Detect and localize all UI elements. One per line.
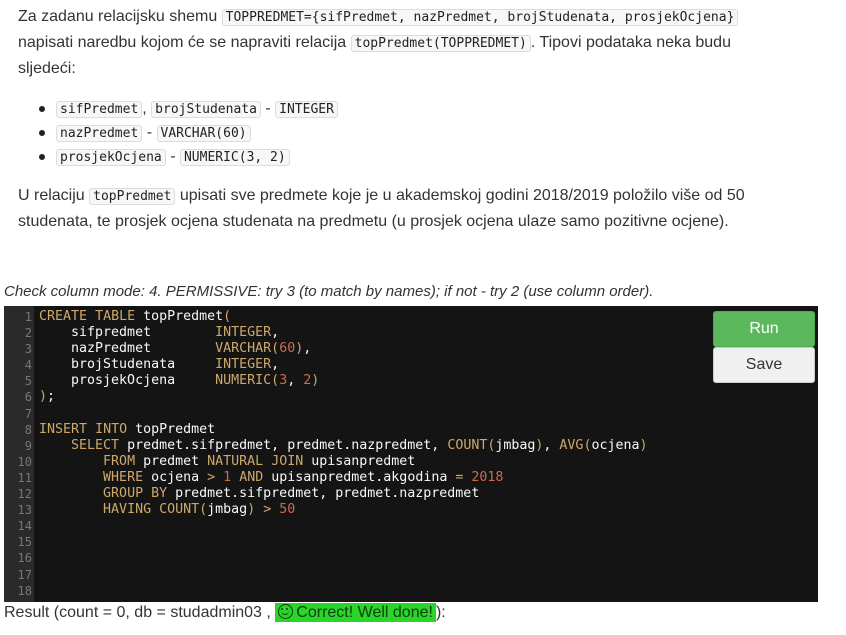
line-number: 1	[24, 310, 32, 324]
line-number: 2	[24, 326, 32, 341]
line-number: 17	[17, 567, 32, 582]
line-number: 3	[24, 342, 32, 357]
line-number: 18	[17, 583, 32, 598]
code-line: SELECT predmet.sifpredmet, predmet.nazpr…	[71, 437, 648, 453]
run-button[interactable]: Run	[713, 311, 815, 347]
task-description: Za zadanu relacijsku shemu TOPPREDMET={s…	[18, 4, 818, 81]
result-prefix: Result (count = 0, db = studadmin03 ,	[4, 604, 276, 621]
code-line: );	[39, 389, 56, 405]
line-number: 4	[24, 358, 32, 373]
inline-code: topPredmet	[89, 188, 176, 205]
line-number: 11	[17, 470, 32, 485]
line-number: 13	[17, 503, 32, 518]
code-line: INSERT INTO topPredmet	[39, 421, 216, 437]
code-line: CREATE TABLE topPredmet(	[39, 309, 232, 324]
line-number: 9	[24, 438, 32, 453]
result-line: Result (count = 0, db = studadmin03 , Co…	[4, 602, 446, 624]
inline-code: prosjekOcjena	[56, 149, 166, 166]
text: Za zadanu relacijsku shemu	[18, 8, 222, 25]
inline-code: VARCHAR(60)	[156, 125, 251, 142]
line-number: 12	[17, 487, 32, 502]
text: upisati sve predmete koje je u akademsko…	[175, 187, 745, 204]
text: napisati naredbu kojom će se napraviti r…	[18, 34, 351, 51]
inline-code: sifPredmet	[56, 101, 143, 118]
text: U relaciju	[18, 187, 90, 204]
code-area[interactable]: CREATE TABLE topPredmet( sifpredmet INTE…	[39, 309, 698, 599]
code-line: brojStudenata INTEGER,	[39, 357, 280, 373]
code-line: sifpredmet INTEGER,	[39, 325, 280, 341]
inline-code: INTEGER	[275, 101, 338, 118]
line-number: 5	[24, 374, 32, 389]
inline-code: NUMERIC(3, 2)	[179, 149, 290, 166]
text: -	[165, 148, 180, 165]
code-line: FROM predmet NATURAL JOIN upisanpredmet	[103, 453, 416, 469]
list-item: sifPredmet, brojStudenata - INTEGER	[39, 97, 338, 121]
line-number-gutter: 1 2 3 4 5 6 7 8 9 10 11 12 13 14 15 16 17 18	[4, 306, 34, 602]
code-line: nazPredmet VARCHAR(60),	[39, 341, 312, 357]
code-line: prosjekOcjena NUMERIC(3, 2)	[39, 373, 320, 389]
text: ,	[142, 100, 152, 117]
task-paragraph-2: U relaciju topPredmet upisati sve predme…	[18, 183, 818, 234]
line-number: 8	[24, 422, 32, 437]
smiley-icon	[278, 604, 294, 619]
line-number: 14	[17, 519, 32, 534]
list-item: nazPredmet - VARCHAR(60)	[39, 121, 338, 145]
line-number: 7	[24, 406, 32, 421]
line-number: 10	[17, 454, 32, 469]
inline-code: brojStudenata	[151, 101, 261, 118]
code-editor[interactable]: 1 2 3 4 5 6 7 8 9 10 11 12 13 14 15 16 17 18 CREATE TABLE…	[4, 306, 818, 602]
status-badge: Correct! Well done!	[275, 603, 436, 622]
result-suffix: ):	[435, 604, 446, 621]
inline-code: topPredmet(TOPPREDMET)	[350, 35, 531, 52]
text: sljedeći:	[18, 60, 76, 77]
code-line: GROUP BY predmet.sifpredmet, predmet.naz…	[103, 486, 480, 502]
line-number: 16	[17, 551, 32, 566]
line-number: 6	[24, 390, 32, 405]
code-line: WHERE ocjena > 1 AND upisanpredmet.akgod…	[103, 469, 504, 485]
line-number: 15	[17, 535, 32, 550]
type-list: sifPredmet, brojStudenata - INTEGER nazP…	[39, 97, 338, 169]
task-paragraph-1: Za zadanu relacijsku shemu TOPPREDMET={s…	[18, 4, 818, 81]
save-button[interactable]: Save	[713, 347, 815, 383]
text: . Tipovi podataka neka budu	[530, 34, 731, 51]
status-text: Correct! Well done!	[296, 604, 433, 621]
list-item: prosjekOcjena - NUMERIC(3, 2)	[39, 145, 338, 169]
text: -	[142, 124, 157, 141]
code-line: HAVING COUNT(jmbag) > 50	[103, 502, 296, 518]
inline-code: nazPredmet	[56, 125, 143, 142]
check-column-mode: Check column mode: 4. PERMISSIVE: try 3 …	[4, 283, 654, 300]
text: studenata, te prosjek ocjena studenata n…	[18, 213, 729, 230]
inline-code: TOPPREDMET={sifPredmet, nazPredmet, broj…	[221, 9, 739, 26]
text: -	[260, 100, 276, 117]
